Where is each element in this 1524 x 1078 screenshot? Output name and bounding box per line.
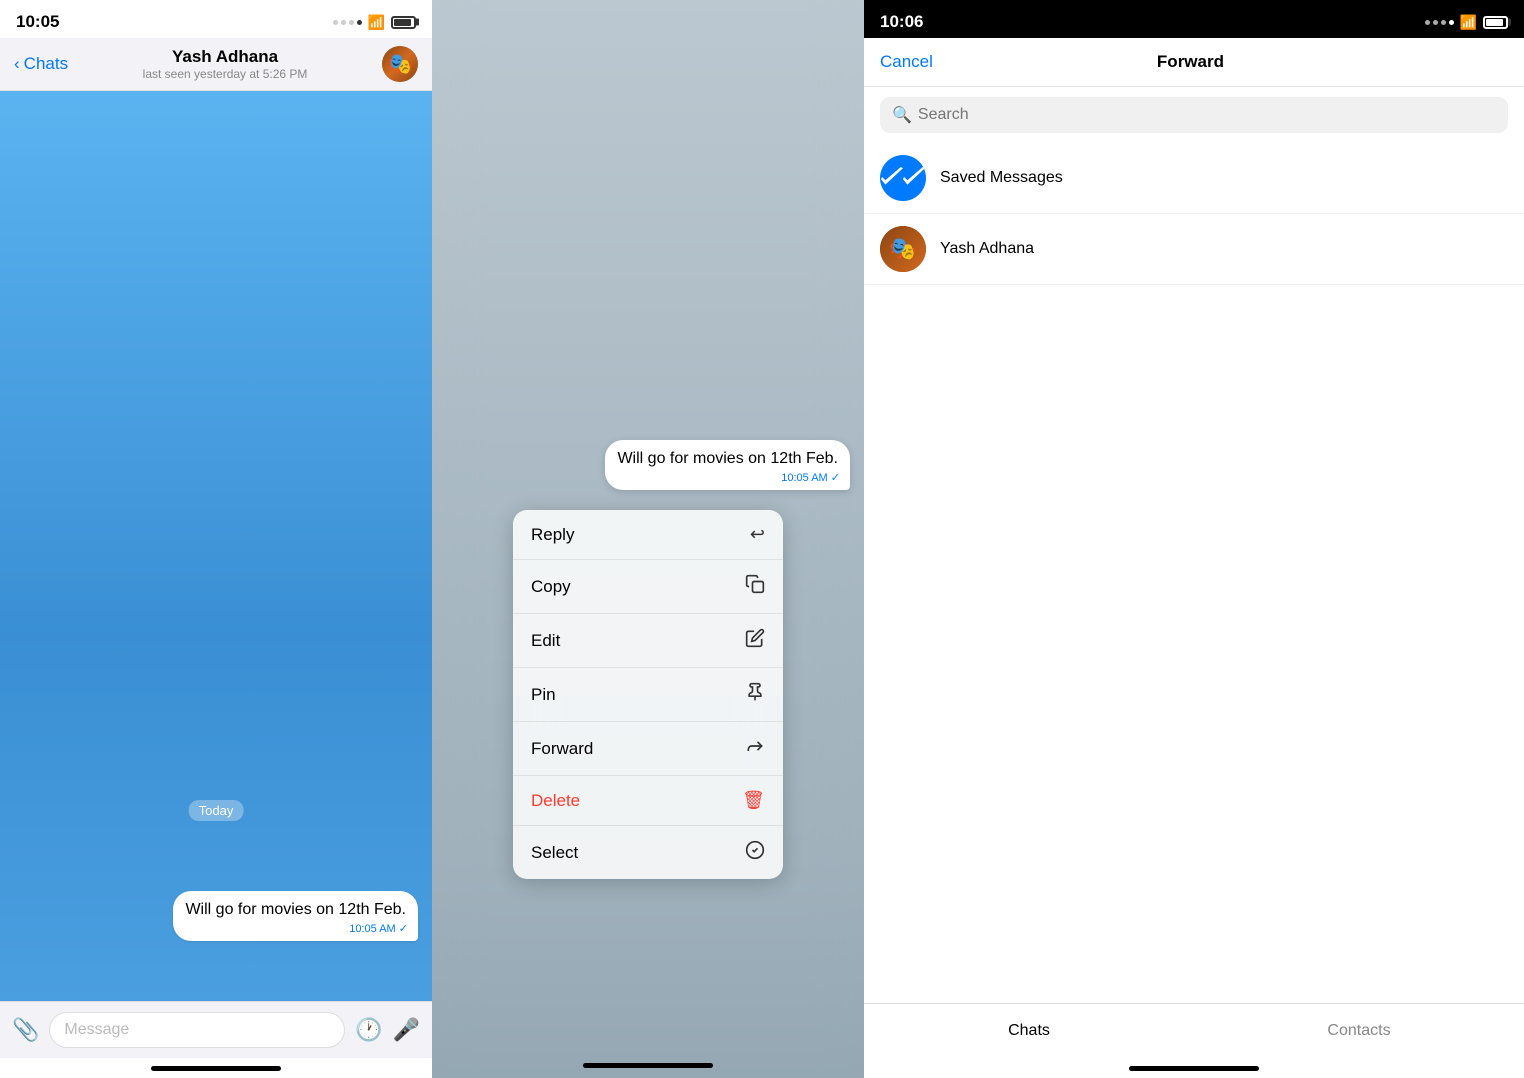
contact-name: Yash Adhana: [143, 47, 308, 67]
wifi-icon: 📶: [368, 14, 385, 31]
context-check-icon: ✓: [831, 472, 840, 484]
forward-battery-icon: [1483, 16, 1508, 29]
list-item-saved-messages[interactable]: Saved Messages: [864, 143, 1524, 214]
delete-label: Delete: [531, 791, 580, 811]
menu-item-pin[interactable]: Pin: [513, 668, 783, 722]
status-icons: 📶: [333, 14, 416, 31]
forward-panel: 10:06 📶 Cancel Forward 🔍: [864, 0, 1524, 1078]
forward-home-indicator: [1129, 1066, 1259, 1071]
chat-body: Today Will go for movies on 12th Feb. 10…: [0, 91, 432, 1001]
forward-home-bar: [864, 1058, 1524, 1078]
context-menu: Reply ↩ Copy Edit Pin: [513, 510, 783, 879]
chat-input-bar: 📎 Message 🕐 🎤: [0, 1001, 432, 1058]
forward-title: Forward: [1157, 52, 1224, 72]
cancel-button[interactable]: Cancel: [880, 52, 933, 72]
message-bubble[interactable]: Will go for movies on 12th Feb. 10:05 AM…: [173, 891, 418, 941]
select-label: Select: [531, 843, 578, 863]
chat-time: 10:05: [16, 12, 59, 32]
menu-item-copy[interactable]: Copy: [513, 560, 783, 614]
context-message-time: 10:05 AM ✓: [781, 471, 840, 484]
edit-icon: [745, 628, 765, 653]
reply-label: Reply: [531, 525, 574, 545]
chat-nav: ‹ Chats Yash Adhana last seen yesterday …: [0, 38, 432, 91]
context-message-bubble: Will go for movies on 12th Feb. 10:05 AM…: [605, 440, 850, 490]
attachment-icon[interactable]: 📎: [12, 1017, 39, 1043]
saved-messages-avatar: [880, 155, 926, 201]
reply-icon: ↩: [750, 524, 765, 545]
date-label: Today: [189, 800, 244, 821]
context-message-text: Will go for movies on 12th Feb.: [617, 450, 838, 467]
menu-item-reply[interactable]: Reply ↩: [513, 510, 783, 560]
forward-signal-icon: [1425, 20, 1454, 25]
back-button[interactable]: ‹ Chats: [14, 54, 68, 74]
menu-item-edit[interactable]: Edit: [513, 614, 783, 668]
yash-avatar: 🎭: [880, 226, 926, 272]
forward-tab-bar: Chats Contacts: [864, 1003, 1524, 1058]
message-input[interactable]: Message: [49, 1012, 345, 1048]
tab-contacts[interactable]: Contacts: [1194, 1014, 1524, 1048]
forward-status-bar: 10:06 📶: [864, 0, 1524, 38]
message-text: Will go for movies on 12th Feb.: [185, 901, 406, 918]
forward-nav: Cancel Forward: [864, 38, 1524, 87]
tab-chats[interactable]: Chats: [864, 1014, 1194, 1048]
message-placeholder: Message: [64, 1021, 129, 1038]
search-icon: 🔍: [892, 105, 912, 125]
copy-icon: [745, 574, 765, 599]
contacts-tab-label: Contacts: [1327, 1022, 1390, 1039]
forward-search-bar[interactable]: 🔍: [880, 97, 1508, 133]
chat-status-bar: 10:05 📶: [0, 0, 432, 38]
menu-item-forward[interactable]: Forward: [513, 722, 783, 776]
trash-icon: 🗑: [742, 790, 765, 811]
home-bar: [0, 1058, 432, 1078]
chats-tab-label: Chats: [1008, 1022, 1050, 1039]
battery-icon: [391, 16, 416, 29]
signal-icon: [333, 20, 362, 25]
chat-panel: 10:05 📶 ‹ Chats Yash Adhana last seen ye…: [0, 0, 432, 1078]
list-item-yash-adhana[interactable]: 🎭 Yash Adhana: [864, 214, 1524, 285]
menu-item-delete[interactable]: Delete 🗑: [513, 776, 783, 826]
context-menu-panel: Will go for movies on 12th Feb. 10:05 AM…: [432, 0, 864, 1078]
saved-messages-label: Saved Messages: [940, 169, 1063, 187]
contact-status: last seen yesterday at 5:26 PM: [143, 67, 308, 81]
pin-label: Pin: [531, 685, 556, 705]
edit-label: Edit: [531, 631, 560, 651]
forward-icon: [745, 736, 765, 761]
forward-label: Forward: [531, 739, 593, 759]
avatar-image: [382, 46, 418, 82]
emoji-icon[interactable]: 🕐: [355, 1017, 382, 1043]
microphone-icon[interactable]: 🎤: [393, 1017, 420, 1043]
pin-icon: [745, 682, 765, 707]
avatar[interactable]: [382, 46, 418, 82]
forward-status-icons: 📶: [1425, 14, 1508, 31]
forward-time: 10:06: [880, 12, 923, 32]
forward-contact-list: Saved Messages 🎭 Yash Adhana: [864, 143, 1524, 1003]
chat-header-title: Yash Adhana last seen yesterday at 5:26 …: [143, 47, 308, 81]
menu-item-select[interactable]: Select: [513, 826, 783, 879]
home-indicator: [151, 1066, 281, 1071]
copy-label: Copy: [531, 577, 571, 597]
context-home-indicator: [583, 1063, 713, 1068]
message-time: 10:05 AM ✓: [349, 922, 408, 935]
chevron-left-icon: ‹: [14, 54, 20, 74]
search-input[interactable]: [918, 106, 1496, 124]
select-icon: [745, 840, 765, 865]
check-icon: ✓: [399, 923, 408, 935]
back-label: Chats: [24, 54, 68, 74]
forward-wifi-icon: 📶: [1460, 14, 1477, 31]
yash-adhana-label: Yash Adhana: [940, 240, 1034, 258]
